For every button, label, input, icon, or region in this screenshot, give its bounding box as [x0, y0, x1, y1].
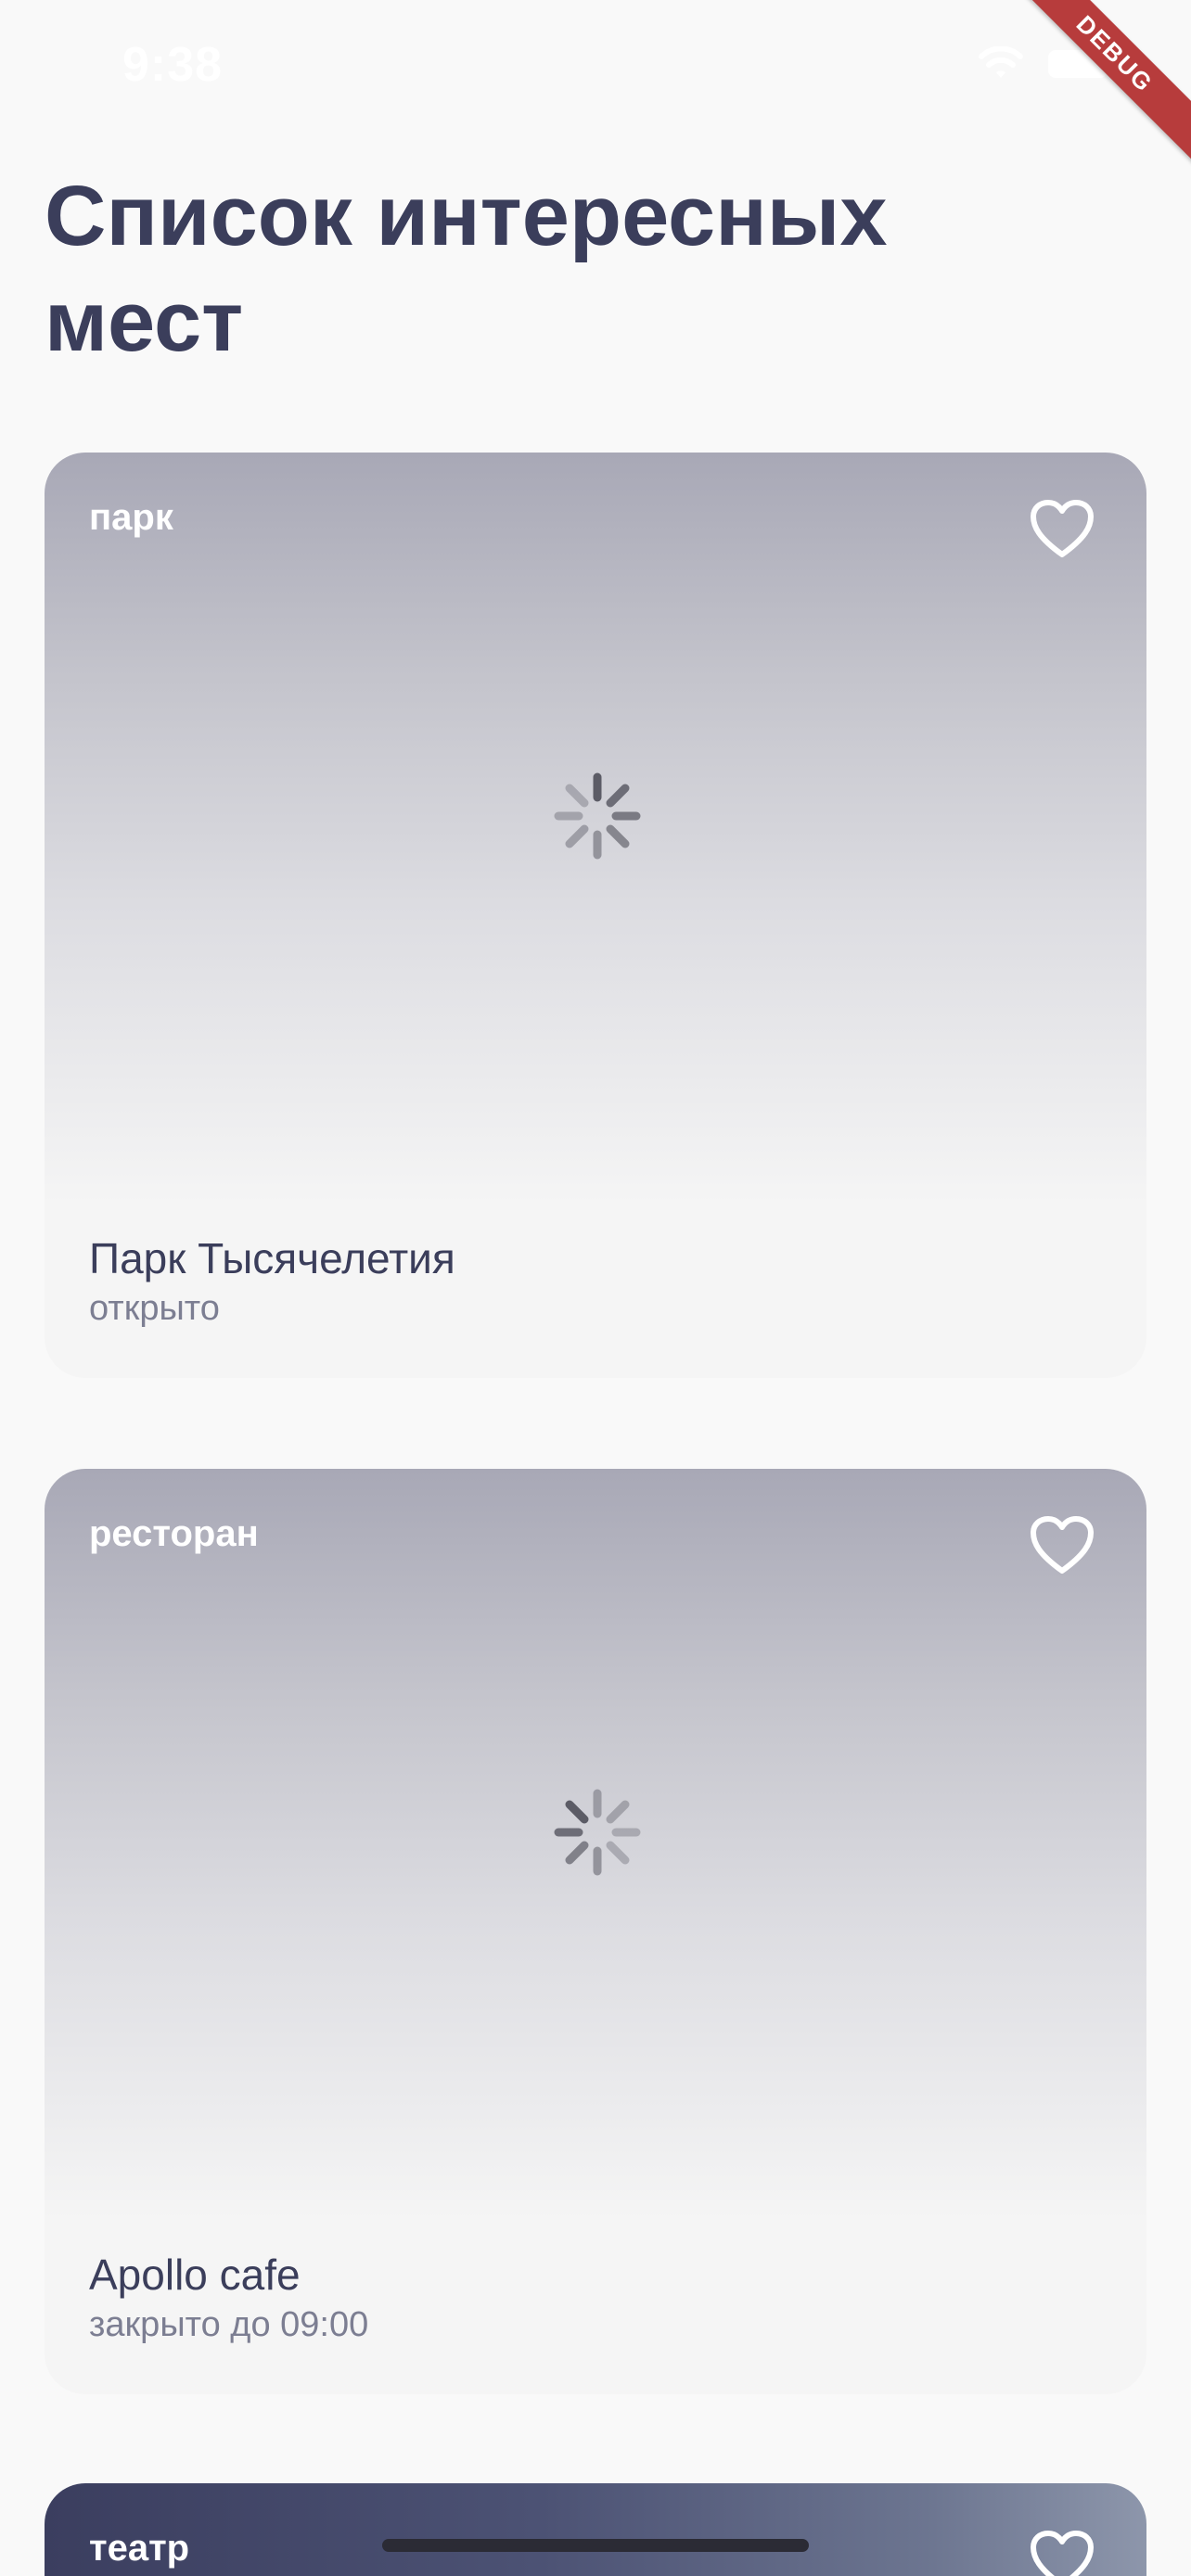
place-type: парк	[89, 497, 173, 538]
heart-outline-icon[interactable]	[1030, 1515, 1095, 1576]
page-title: Список интересных мест	[45, 169, 888, 369]
wifi-icon	[979, 46, 1023, 78]
place-type: ресторан	[89, 1513, 259, 1554]
place-card[interactable]: театр	[45, 2483, 1146, 2576]
place-name: Парк Тысячелетия	[89, 1234, 455, 1282]
status-time: 9:38	[122, 38, 224, 92]
place-image	[45, 2483, 1146, 2576]
place-card[interactable]: парк Парк Тысячелетия открыто	[45, 453, 1146, 1378]
home-indicator[interactable]	[382, 2539, 809, 2552]
heart-outline-icon[interactable]	[1030, 2530, 1095, 2576]
spinner-icon	[554, 1789, 641, 1876]
place-type: театр	[89, 2528, 190, 2569]
place-status: открыто	[89, 1289, 220, 1328]
spinner-icon	[554, 772, 641, 860]
heart-outline-icon[interactable]	[1030, 499, 1095, 560]
status-bar: 9:38	[0, 0, 1191, 130]
place-name: Apollo cafe	[89, 2251, 301, 2299]
place-status: закрыто до 09:00	[89, 2305, 369, 2344]
place-card[interactable]: ресторан Apollo cafe закрыто до 09:00	[45, 1469, 1146, 2394]
